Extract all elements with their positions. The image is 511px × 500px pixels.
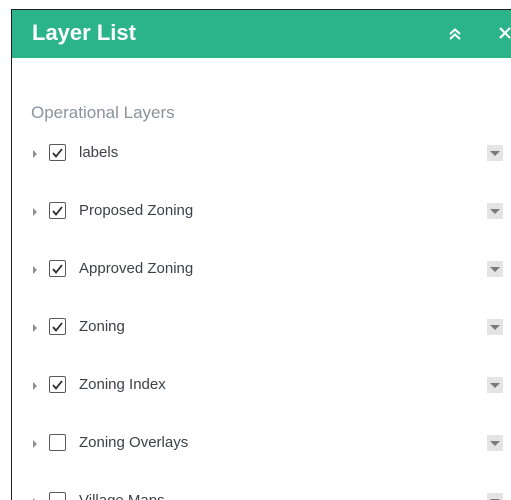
layer-menu-button[interactable] bbox=[487, 493, 503, 500]
checkmark-icon bbox=[52, 321, 63, 332]
layer-menu-button[interactable] bbox=[487, 145, 503, 161]
layer-row: labels bbox=[12, 143, 511, 167]
checkmark-icon bbox=[52, 205, 63, 216]
layer-checkbox[interactable] bbox=[49, 318, 66, 335]
expand-arrow-icon[interactable] bbox=[33, 208, 37, 216]
panel-title: Layer List bbox=[32, 20, 136, 45]
caret-down-icon bbox=[490, 382, 500, 388]
collapse-button[interactable] bbox=[444, 23, 466, 45]
layer-menu-button[interactable] bbox=[487, 377, 503, 393]
layer-row: Zoning Overlays bbox=[12, 433, 511, 457]
expand-arrow-icon[interactable] bbox=[33, 324, 37, 332]
layer-checkbox[interactable] bbox=[49, 202, 66, 219]
panel-header: Layer List bbox=[12, 10, 511, 58]
caret-down-icon bbox=[490, 150, 500, 156]
checkmark-icon bbox=[52, 147, 63, 158]
caret-down-icon bbox=[490, 208, 500, 214]
close-button[interactable] bbox=[494, 22, 511, 44]
layer-list-panel: Layer List Operational Layers labels Prop… bbox=[11, 9, 511, 500]
layer-row: Zoning bbox=[12, 317, 511, 341]
layer-checkbox[interactable] bbox=[49, 144, 66, 161]
checkmark-icon bbox=[52, 379, 63, 390]
layer-menu-button[interactable] bbox=[487, 435, 503, 451]
caret-down-icon bbox=[490, 266, 500, 272]
layer-checkbox[interactable] bbox=[49, 434, 66, 451]
layer-checkbox[interactable] bbox=[49, 260, 66, 277]
close-icon bbox=[499, 27, 511, 39]
layer-row: Proposed Zoning bbox=[12, 201, 511, 225]
checkmark-icon bbox=[52, 263, 63, 274]
layer-row: Approved Zoning bbox=[12, 259, 511, 283]
layer-label[interactable]: Village Maps bbox=[79, 491, 165, 500]
caret-down-icon bbox=[490, 440, 500, 446]
layer-label[interactable]: Proposed Zoning bbox=[79, 201, 193, 220]
expand-arrow-icon[interactable] bbox=[33, 266, 37, 274]
layer-row: Village Maps bbox=[12, 491, 511, 500]
layer-label[interactable]: labels bbox=[79, 143, 118, 162]
layer-menu-button[interactable] bbox=[487, 203, 503, 219]
layer-row: Zoning Index bbox=[12, 375, 511, 399]
expand-arrow-icon[interactable] bbox=[33, 440, 37, 448]
layer-label[interactable]: Approved Zoning bbox=[79, 259, 193, 278]
layer-menu-button[interactable] bbox=[487, 319, 503, 335]
expand-arrow-icon[interactable] bbox=[33, 150, 37, 158]
layer-menu-button[interactable] bbox=[487, 261, 503, 277]
layer-label[interactable]: Zoning Index bbox=[79, 375, 166, 394]
double-chevron-up-icon bbox=[449, 28, 461, 40]
section-title: Operational Layers bbox=[31, 103, 175, 122]
caret-down-icon bbox=[490, 324, 500, 330]
layer-checkbox[interactable] bbox=[49, 492, 66, 500]
layer-label[interactable]: Zoning Overlays bbox=[79, 433, 188, 452]
layer-label[interactable]: Zoning bbox=[79, 317, 125, 336]
layer-checkbox[interactable] bbox=[49, 376, 66, 393]
expand-arrow-icon[interactable] bbox=[33, 382, 37, 390]
